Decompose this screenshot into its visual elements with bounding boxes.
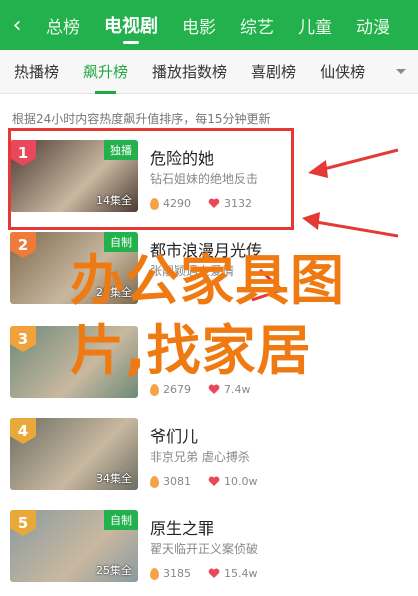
watermark-line2: 片,找家居 — [70, 319, 312, 382]
watermark-line1: 办公家具图 — [70, 249, 345, 312]
